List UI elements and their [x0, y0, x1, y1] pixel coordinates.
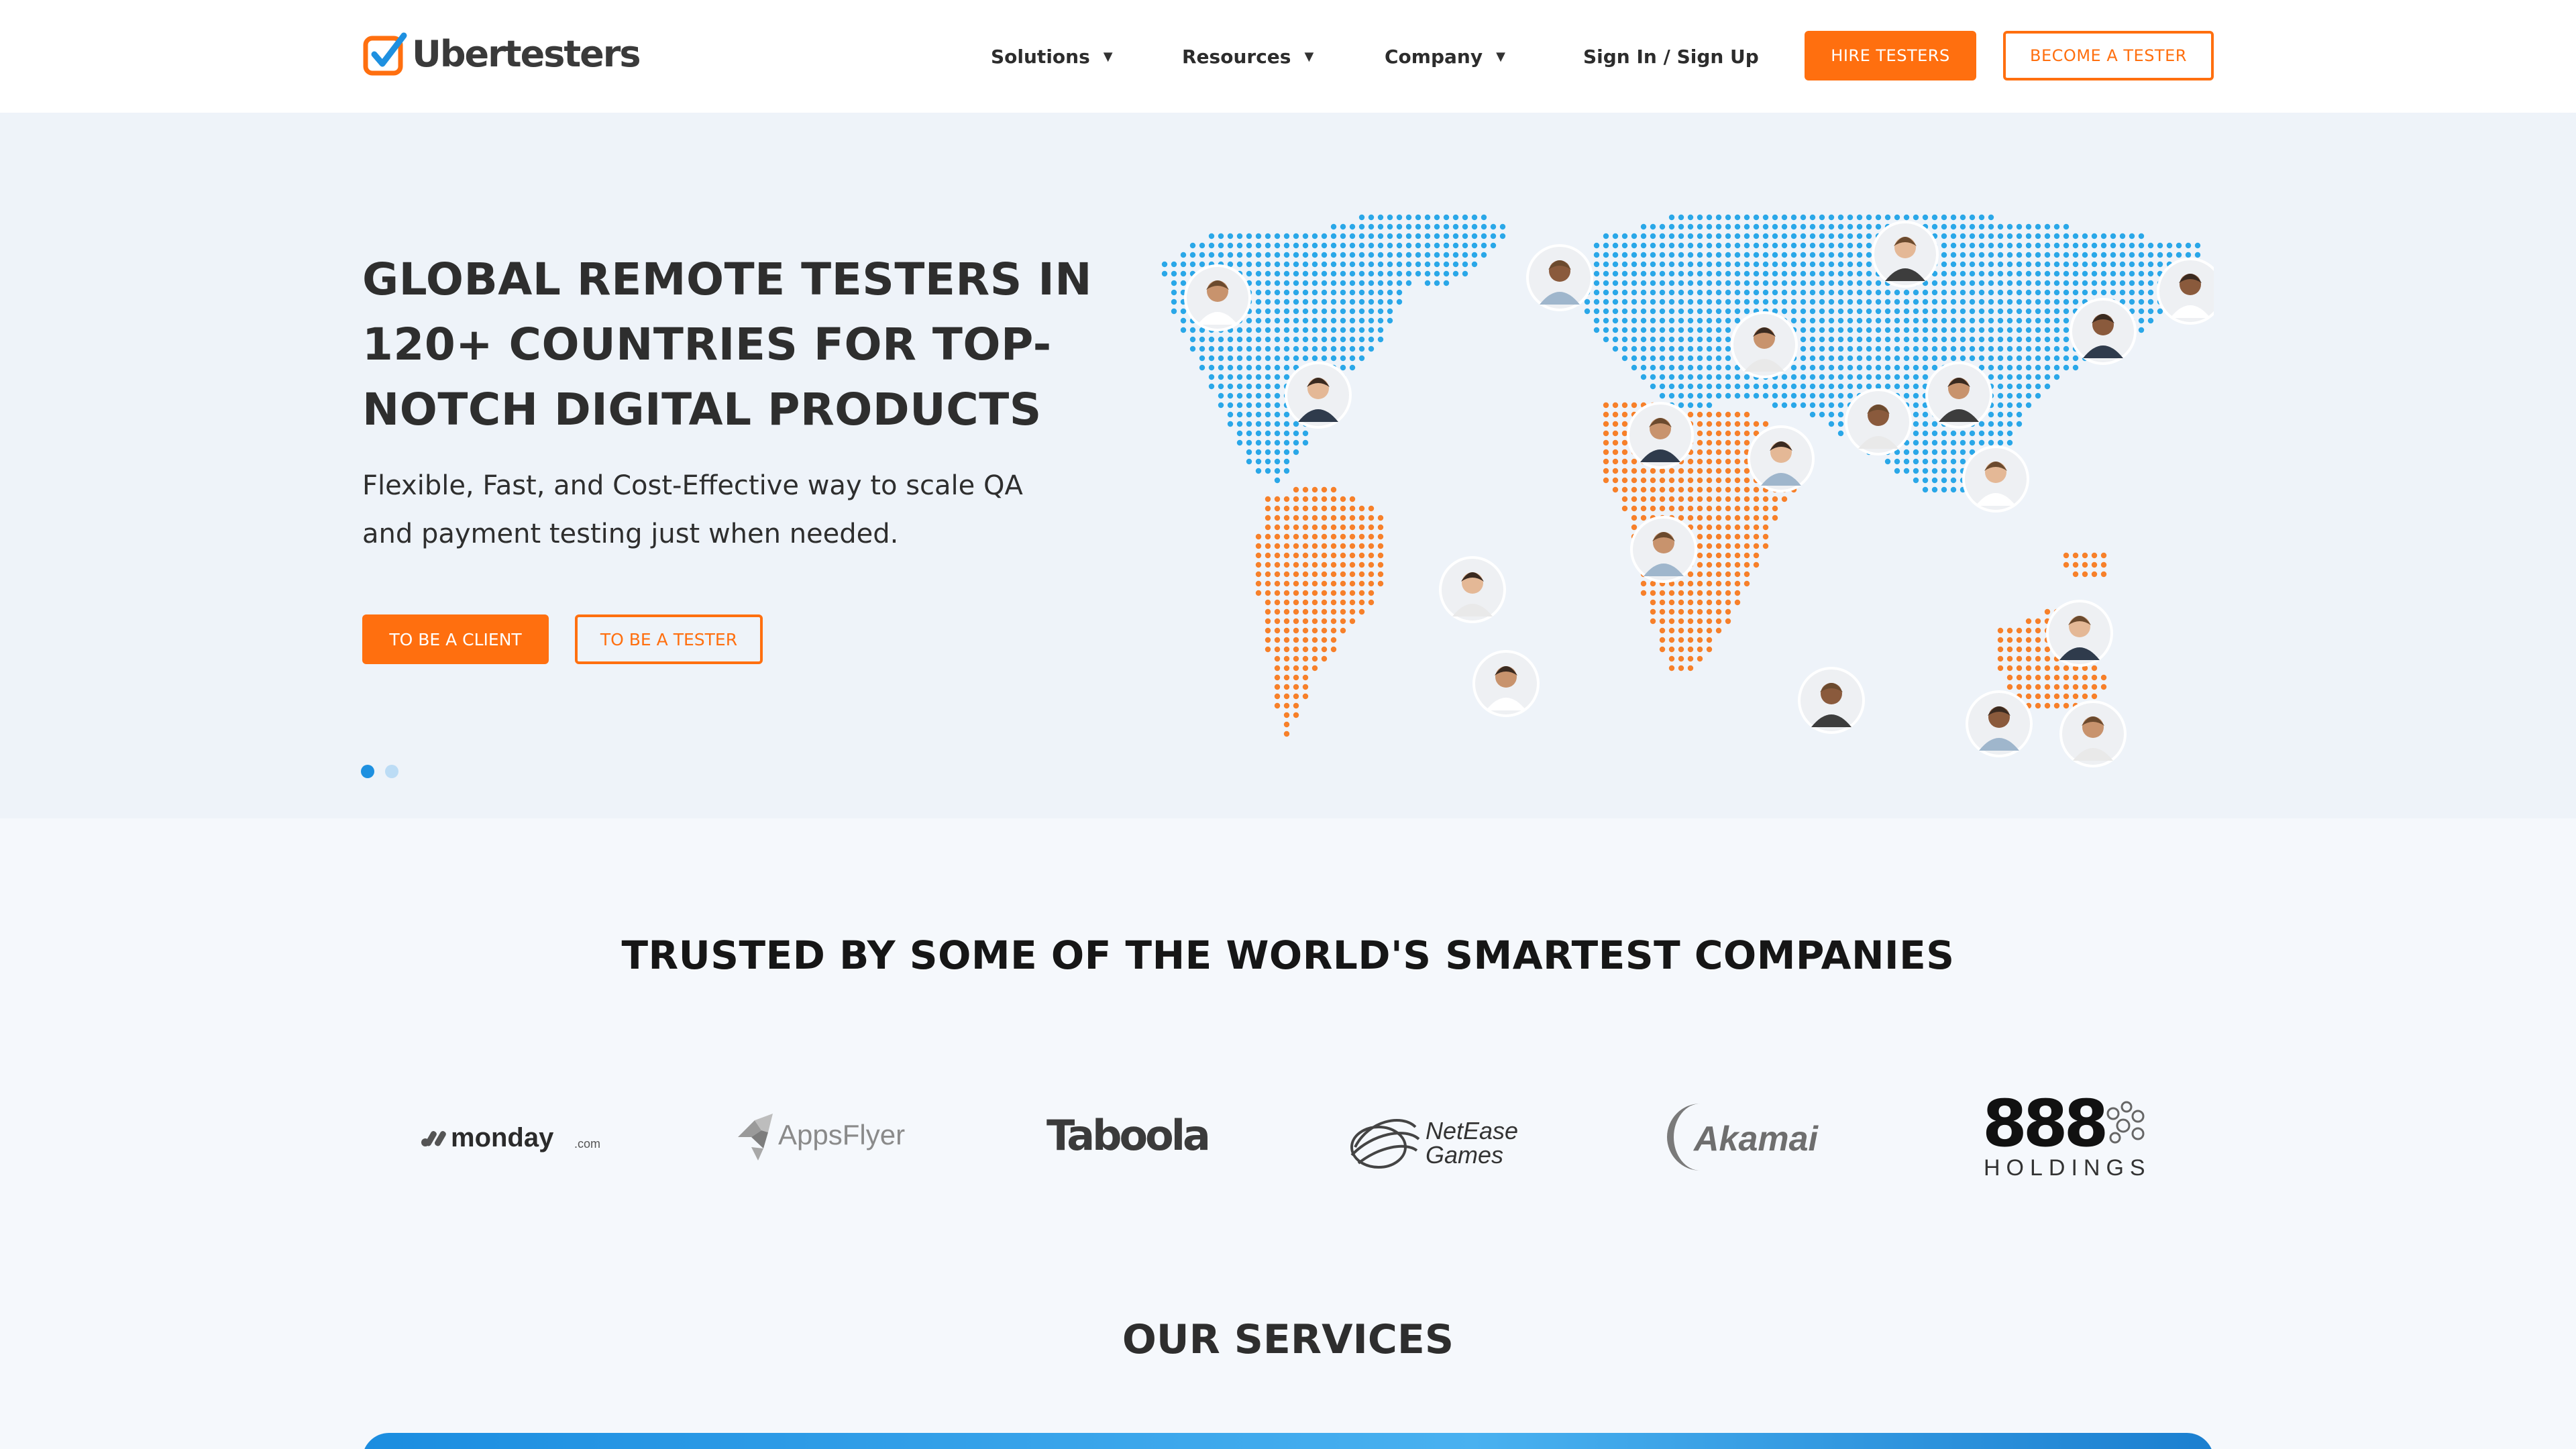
hero-title: GLOBAL REMOTE TESTERS IN 120+ COUNTRIES …	[362, 254, 1093, 435]
tester-avatar	[1966, 690, 2033, 757]
nav-label: Company	[1385, 45, 1483, 68]
services-title: OUR SERVICES	[1122, 1316, 1454, 1363]
nav-company[interactable]: Company ▼	[1385, 42, 1505, 71]
tester-avatar	[1845, 388, 1912, 455]
appsflyer-icon: AppsFlyer	[738, 1114, 905, 1161]
to-be-tester-button[interactable]: TO BE A TESTER	[575, 614, 763, 664]
tester-avatar	[1285, 362, 1352, 429]
tester-avatar	[1872, 221, 1939, 288]
tester-avatar	[1630, 516, 1697, 583]
logo-appsflyer: AppsFlyer	[731, 1080, 919, 1194]
nav-resources[interactable]: Resources ▼	[1182, 42, 1313, 71]
tester-avatar	[1526, 244, 1593, 311]
nav-label: Sign In / Sign Up	[1583, 45, 1759, 68]
nav-label: Solutions	[991, 45, 1090, 68]
tester-avatar	[1627, 402, 1694, 469]
logo-888-text: 888	[1982, 1087, 2105, 1161]
logo-akamai: Akamai	[1660, 1080, 1848, 1194]
tester-avatar	[1472, 650, 1540, 717]
caret-down-icon: ▼	[1103, 49, 1113, 64]
hero-section: GLOBAL REMOTE TESTERS IN 120+ COUNTRIES …	[0, 113, 2576, 818]
tester-avatar	[2046, 600, 2113, 667]
logo-netease: NetEase Games	[1342, 1080, 1543, 1194]
carousel-dot-2[interactable]	[385, 765, 398, 778]
logo-appsflyer-text: AppsFlyer	[778, 1119, 905, 1150]
logo-monday: monday .com	[416, 1080, 617, 1194]
holdings-888-icon: 888 HOLDINGS	[1982, 1087, 2151, 1181]
logo-888-line2: HOLDINGS	[1984, 1155, 2151, 1181]
monday-icon: monday .com	[421, 1123, 600, 1152]
trusted-title: TRUSTED BY SOME OF THE WORLD'S SMARTEST …	[621, 932, 1955, 978]
tester-avatar	[1962, 445, 2029, 513]
tester-avatar	[1925, 362, 1992, 429]
tester-avatar	[1731, 311, 1798, 378]
hero-subtitle: Flexible, Fast, and Cost-Effective way t…	[362, 470, 1023, 549]
tester-avatar	[1439, 556, 1506, 623]
caret-down-icon: ▼	[1496, 49, 1505, 64]
tester-avatar	[1748, 425, 1815, 492]
logo-netease-text: NetEase	[1426, 1117, 1518, 1144]
nav-solutions[interactable]: Solutions ▼	[991, 42, 1113, 71]
carousel-dot-1[interactable]	[361, 765, 374, 778]
hire-testers-button[interactable]: HIRE TESTERS	[1805, 31, 1976, 80]
netease-icon: NetEase Games	[1350, 1117, 1518, 1169]
tester-avatar	[1798, 667, 1865, 734]
nav-label: Resources	[1182, 45, 1291, 68]
carousel-dots	[361, 765, 398, 778]
akamai-icon: Akamai	[1667, 1104, 1819, 1171]
logo-taboola: Taboola	[1033, 1080, 1234, 1194]
tester-avatar	[2157, 258, 2214, 325]
logo-taboola-text: Taboola	[1046, 1111, 1208, 1160]
services-banner	[362, 1433, 2214, 1449]
tester-avatar	[2070, 298, 2137, 365]
logo-monday-suffix: .com	[574, 1137, 600, 1150]
become-tester-button[interactable]: BECOME A TESTER	[2003, 31, 2214, 80]
logo-888: 888 HOLDINGS	[1962, 1080, 2163, 1194]
site-header: Ubertesters Solutions ▼ Resources ▼ Comp…	[0, 0, 2576, 113]
to-be-client-button[interactable]: TO BE A CLIENT	[362, 614, 549, 664]
client-logos: monday .com AppsFlyer Taboola NetEase Ga…	[362, 1080, 2214, 1194]
tester-avatar	[1184, 264, 1251, 331]
world-map	[1161, 214, 2214, 767]
logo-netease-line2: Games	[1426, 1141, 1503, 1169]
tester-avatar	[2059, 700, 2127, 767]
logo-monday-text: monday	[451, 1123, 554, 1152]
taboola-icon: Taboola	[1046, 1111, 1211, 1160]
caret-down-icon: ▼	[1304, 49, 1314, 64]
logo-akamai-text: Akamai	[1693, 1120, 1819, 1159]
nav-sign-in[interactable]: Sign In / Sign Up	[1583, 42, 1759, 71]
